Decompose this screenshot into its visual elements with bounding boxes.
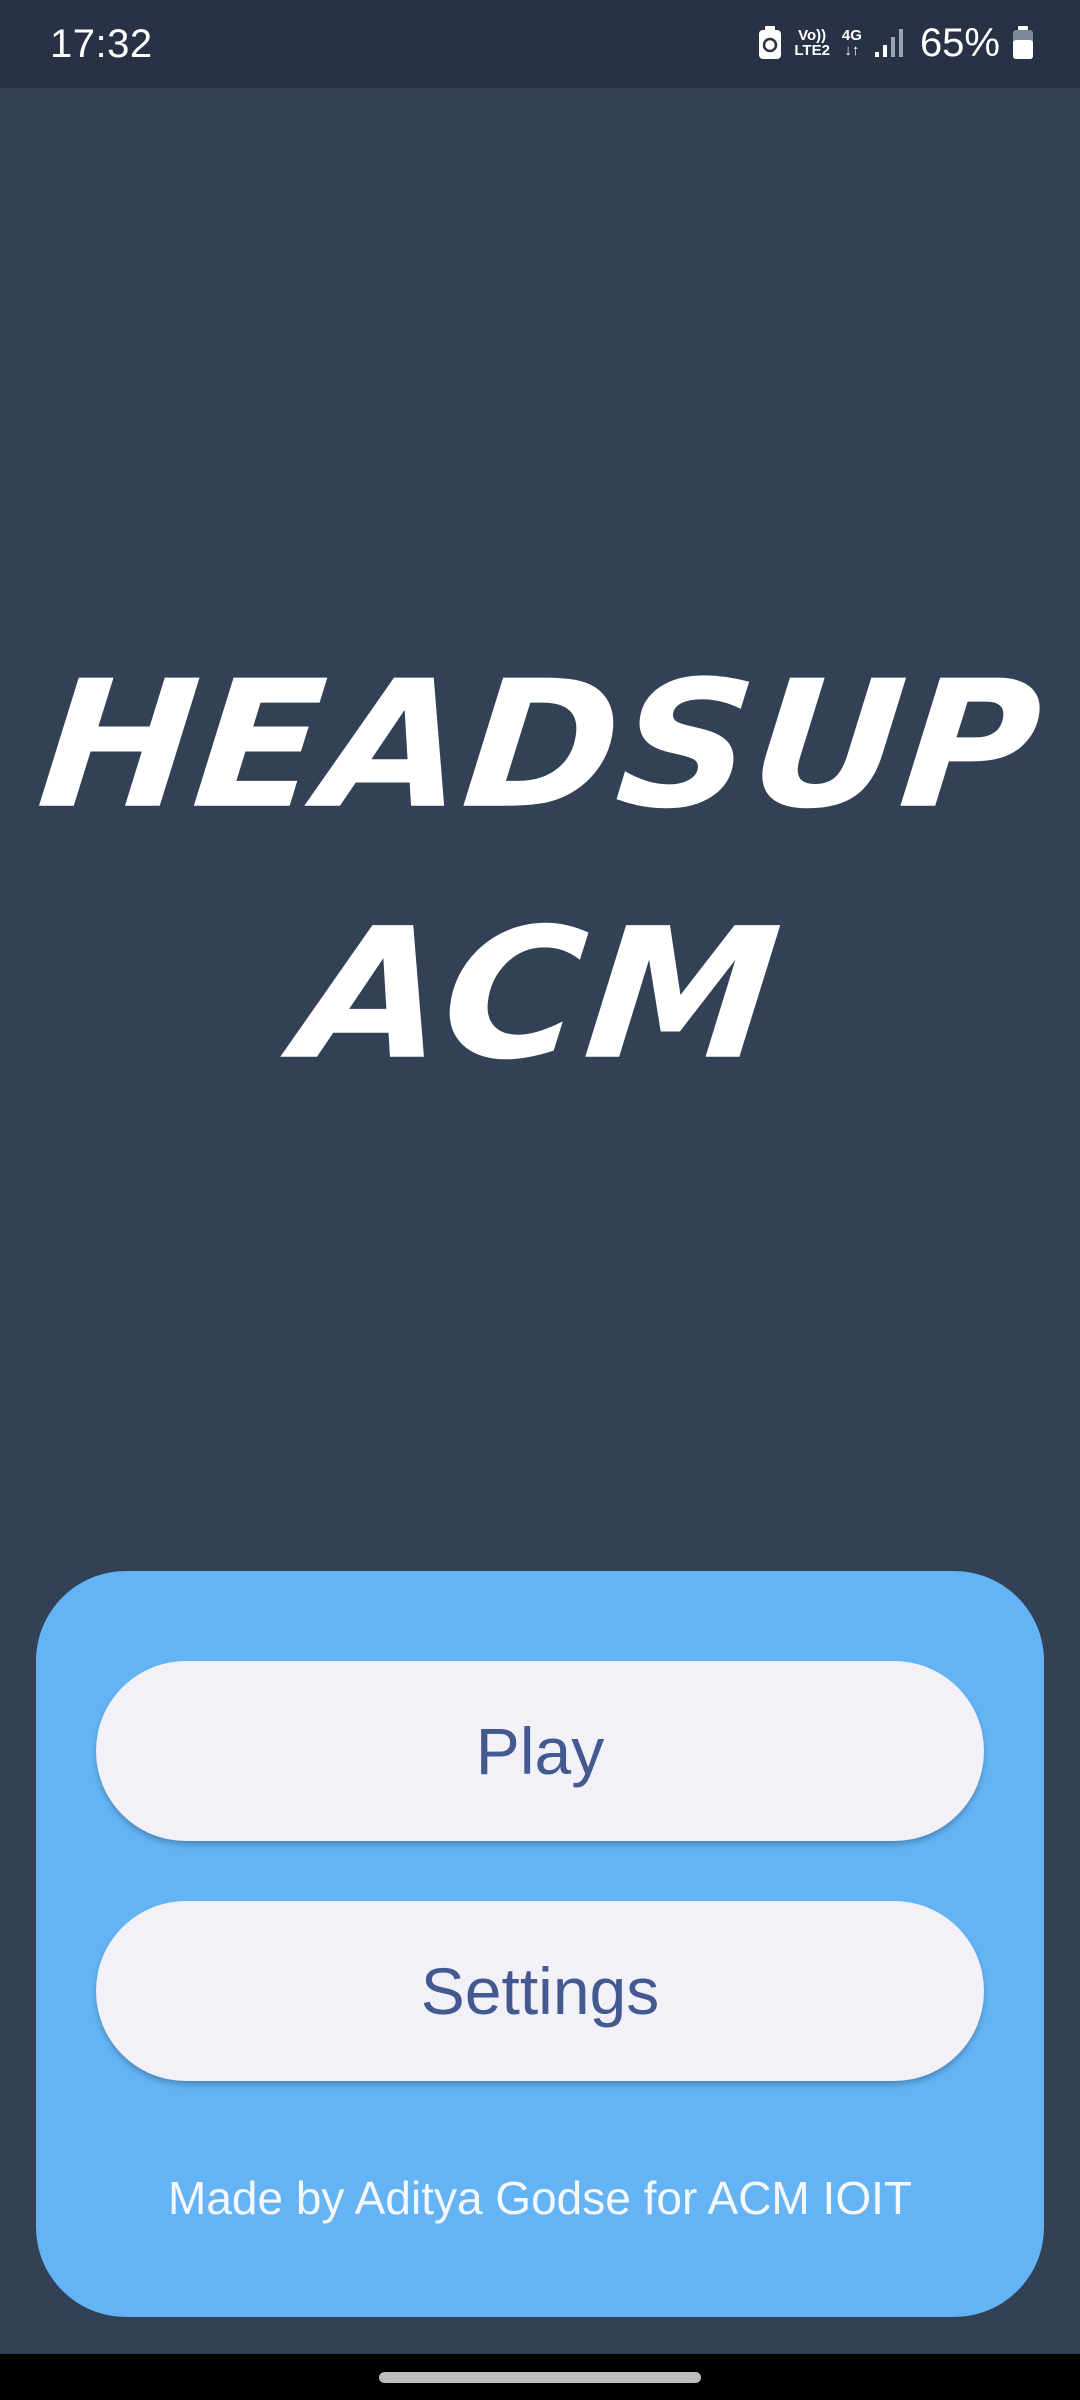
navigation-bar <box>0 2354 1080 2400</box>
credit-text: Made by Aditya Godse for ACM IOIT <box>168 2172 912 2224</box>
menu-panel: Play Settings Made by Aditya Godse for A… <box>36 1571 1044 2317</box>
battery-icon <box>1012 26 1034 60</box>
app-title-line-1: Headsup <box>30 642 1050 848</box>
app-title-line-2: ACM <box>288 889 792 1100</box>
status-time: 17:32 <box>50 22 153 66</box>
status-bar: 17:32 Vo)) LTE2 4G ↓↑ 65% <box>0 0 1080 88</box>
volte-bottom-label: LTE2 <box>794 42 830 59</box>
home-gesture-handle[interactable] <box>379 2372 701 2383</box>
play-button[interactable]: Play <box>96 1661 984 1841</box>
app-title: Headsup ACM <box>0 620 1080 1120</box>
signal-icon <box>874 28 904 58</box>
volte-icon: Vo)) LTE2 <box>794 28 830 58</box>
battery-saver-icon <box>758 26 782 60</box>
settings-button[interactable]: Settings <box>96 1901 984 2081</box>
status-icons: Vo)) LTE2 4G ↓↑ 65% <box>758 18 1034 68</box>
battery-percent: 65% <box>919 20 1000 65</box>
data-arrows-icon: 4G ↓↑ <box>841 27 862 59</box>
